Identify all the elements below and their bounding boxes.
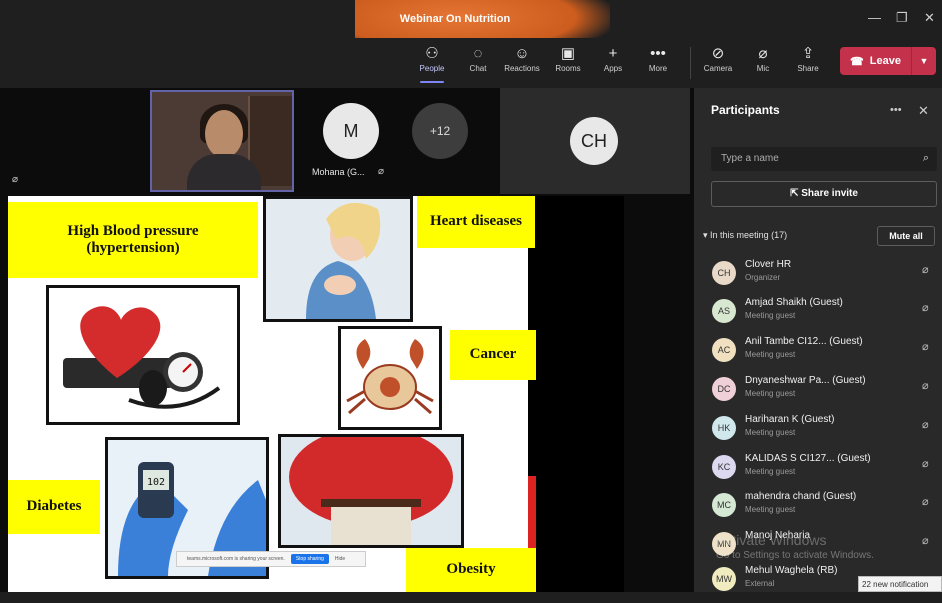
share-invite-button[interactable]: ⇱ Share invite [711,181,937,207]
participant-row[interactable]: HK Hariharan K (Guest) Meeting guest ⌀ [710,414,938,452]
chevron-down-icon[interactable]: ▼ [912,56,936,66]
mic-off-icon: ⌀ [922,458,929,470]
window-title: Webinar On Nutrition [399,13,511,25]
presenter-video-tile[interactable] [150,90,294,192]
chevron-down-icon: ▾ [703,230,708,240]
camera-off-icon: ⊘ [711,45,725,62]
people-icon: ⚇ [425,45,439,62]
mic-off-icon: ⌀ [922,496,929,508]
chat-button[interactable]: ◌ Chat [456,44,500,73]
search-input[interactable]: Type a name ⌕ [711,147,937,171]
activate-windows-hint: Go to Settings to activate Windows. [716,550,874,561]
reactions-button[interactable]: ☺ Reactions [500,44,544,73]
mic-off-icon: ⌀ [922,419,929,431]
more-options-icon[interactable]: ••• [890,104,902,116]
camera-button[interactable]: ⊘ Camera [696,44,740,73]
heart-disease-image [263,196,413,322]
cancer-crab-image [338,326,442,430]
avatar: CH [712,261,736,285]
avatar: MW [712,567,736,591]
tile-name: Mohana (G... [312,167,365,177]
minimize-icon[interactable]: — [868,10,881,25]
label-heart-diseases: Heart diseases [417,196,535,248]
avatar: HK [712,416,736,440]
rooms-button[interactable]: ▣ Rooms [546,44,590,73]
reactions-icon: ☺ [514,45,530,62]
mute-all-button[interactable]: Mute all [877,226,935,246]
mic-off-icon: ⌀ [12,174,19,185]
mic-off-icon: ⌀ [378,166,385,177]
mic-off-icon: ⌀ [758,45,768,62]
participant-row[interactable]: CH Clover HR Organizer ⌀ [710,259,938,297]
avatar: MC [712,493,736,517]
presenter-face [205,110,243,158]
panel-title: Participants [711,103,780,117]
search-icon: ⌕ [922,152,929,164]
mic-off-icon: ⌀ [922,302,929,314]
participant-row[interactable]: MC mahendra chand (Guest) Meeting guest … [710,491,938,529]
share-button[interactable]: ⇪ Share [786,44,830,73]
mic-off-icon: ⌀ [922,341,929,353]
mic-off-icon: ⌀ [922,535,929,547]
share-invite-icon: ⇱ [790,188,799,199]
chat-icon: ◌ [473,45,483,62]
obesity-image [278,434,464,548]
phone-icon: ☎ [850,55,864,68]
restore-icon[interactable]: ❐ [896,10,908,26]
rooms-icon: ▣ [560,45,576,62]
people-button[interactable]: ⚇ People [410,44,454,83]
more-participants-badge[interactable]: +12 [412,103,468,159]
mic-off-icon: ⌀ [922,264,929,276]
avatar: KC [712,455,736,479]
label-obesity: Obesity [406,548,536,592]
plus-icon: + [608,45,618,62]
participant-row[interactable]: AC Anil Tambe CI12... (Guest) Meeting gu… [710,336,938,374]
activate-windows-watermark: Activate Windows [716,532,827,548]
share-icon: ⇪ [801,45,815,62]
mic-button[interactable]: ⌀ Mic [741,44,785,73]
participant-row[interactable]: DC Dnyaneshwar Pa... (Guest) Meeting gue… [710,375,938,413]
close-panel-icon[interactable]: ✕ [918,103,929,119]
participant-row[interactable]: AS Amjad Shaikh (Guest) Meeting guest ⌀ [710,297,938,335]
mic-off-icon: ⌀ [922,380,929,392]
label-high-blood-pressure: High Blood pressure (hypertension) [8,202,258,278]
stop-sharing-button[interactable]: Stop sharing [290,554,329,564]
toolbar-divider [690,47,691,79]
leave-button[interactable]: ☎ Leave ▼ [840,47,936,75]
glucose-reading: 102 [147,477,165,488]
avatar-m[interactable]: M [323,103,379,159]
avatar: AS [712,299,736,323]
screen-share-bar: teams.microsoft.com is sharing your scre… [176,551,366,567]
in-meeting-section[interactable]: ▾ In this meeting (17) [703,230,787,241]
hide-button[interactable]: Hide [335,556,345,562]
avatar: DC [712,377,736,401]
label-diabetes: Diabetes [8,480,100,534]
more-icon: ••• [650,45,666,62]
more-button[interactable]: ••• More [636,44,680,73]
participant-row[interactable]: KC KALIDAS S CI127... (Guest) Meeting gu… [710,453,938,491]
notification-toast[interactable]: 22 new notification [858,576,942,592]
close-window-icon[interactable]: ✕ [924,10,935,26]
label-cancer: Cancer [450,330,536,380]
blood-pressure-image [46,285,240,425]
avatar: AC [712,338,736,362]
avatar-ch: CH [570,117,618,165]
slide-margin [528,196,624,592]
apps-button[interactable]: + Apps [591,44,635,73]
